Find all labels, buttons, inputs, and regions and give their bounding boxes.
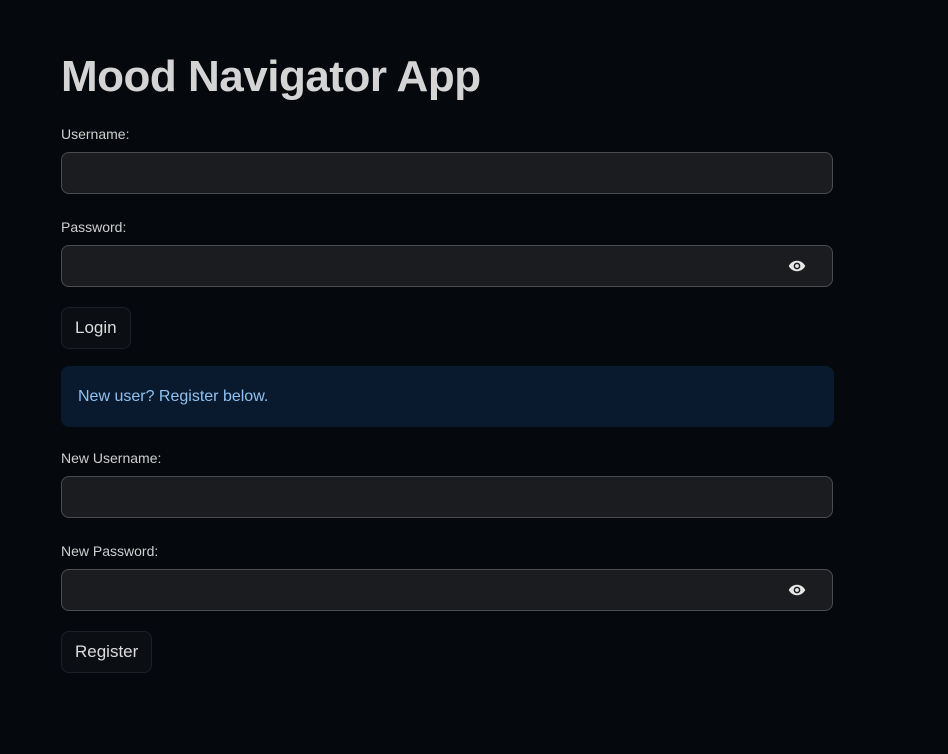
username-label: Username: <box>61 126 130 142</box>
username-input[interactable] <box>62 153 832 193</box>
info-message: New user? Register below. <box>78 388 269 405</box>
eye-icon[interactable] <box>786 581 808 599</box>
login-page: Mood Navigator App Username: Password: L… <box>0 0 948 754</box>
new-password-field-container <box>61 569 833 611</box>
page-title: Mood Navigator App <box>61 52 481 101</box>
username-field-container <box>61 152 833 194</box>
new-username-label: New Username: <box>61 450 162 466</box>
register-button[interactable]: Register <box>61 631 153 673</box>
info-banner: New user? Register below. <box>61 366 834 427</box>
new-password-label: New Password: <box>61 543 159 559</box>
new-username-input[interactable] <box>62 477 832 517</box>
password-label: Password: <box>61 219 127 235</box>
new-password-input[interactable] <box>62 570 832 610</box>
password-input[interactable] <box>62 246 832 286</box>
login-button[interactable]: Login <box>61 307 131 349</box>
new-username-field-container <box>61 476 833 518</box>
password-field-container <box>61 245 833 287</box>
eye-icon[interactable] <box>786 257 808 275</box>
